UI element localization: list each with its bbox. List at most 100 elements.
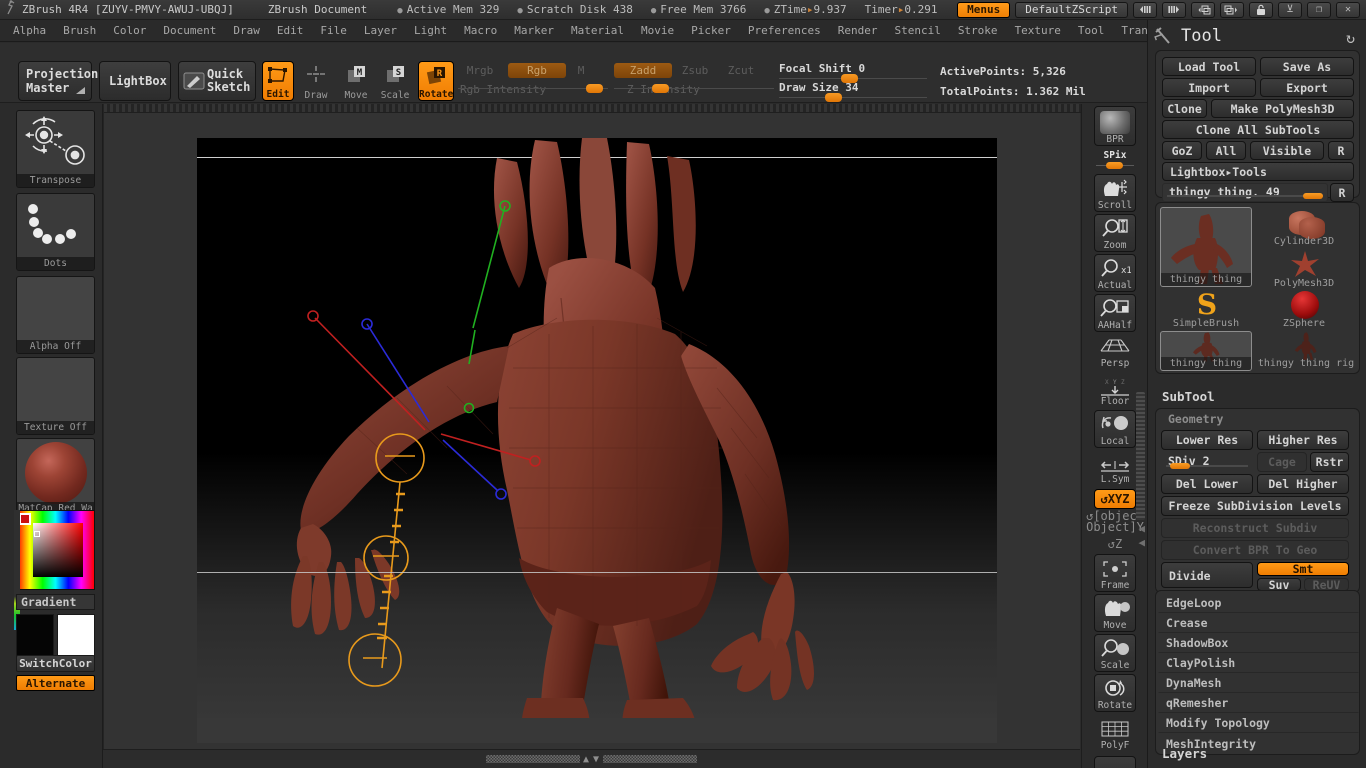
del-higher-button[interactable]: Del Higher — [1257, 474, 1349, 494]
scroll-track-left[interactable] — [485, 755, 580, 763]
lsym-button[interactable]: L.Sym — [1094, 452, 1136, 486]
goz-r-button[interactable]: R — [1328, 141, 1354, 160]
draw-size-knob[interactable] — [825, 93, 842, 102]
del-lower-button[interactable]: Del Lower — [1161, 474, 1253, 494]
floor-button[interactable]: X Y Z Floor — [1094, 372, 1136, 408]
clone-button[interactable]: Clone — [1162, 99, 1207, 118]
y-rotate-button[interactable]: ↺[object Object]Y — [1086, 510, 1144, 533]
zsub-toggle[interactable]: Zsub — [676, 63, 714, 78]
menus-button[interactable]: Menus — [957, 1, 1011, 18]
cage-button[interactable]: Cage — [1257, 452, 1307, 472]
lower-res-button[interactable]: Lower Res — [1161, 430, 1253, 450]
menu-document[interactable]: Document — [156, 21, 223, 40]
all-button[interactable]: All — [1206, 141, 1246, 160]
tool-thumb-creature[interactable]: thingy thing — [1160, 207, 1252, 287]
move-button[interactable]: Move — [1094, 594, 1136, 632]
rgb-toggle[interactable]: Rgb — [508, 63, 566, 78]
tool-name-slider[interactable]: thingy thing. 49 — [1162, 183, 1328, 202]
mrgb-toggle[interactable]: Mrgb — [458, 63, 502, 78]
claypolish-section[interactable]: ClayPolish — [1158, 653, 1359, 673]
lightbox-tools-button[interactable]: Lightbox▸Tools — [1162, 162, 1354, 181]
restore-icon[interactable]: ❐ — [1307, 1, 1331, 18]
import-button[interactable]: Import — [1162, 78, 1256, 97]
divide-button[interactable]: Divide — [1161, 562, 1253, 588]
z-rotate-button[interactable]: ↺Z — [1094, 534, 1136, 554]
secondary-color-swatch[interactable] — [57, 614, 95, 658]
stroke-slot[interactable]: Dots — [16, 193, 95, 271]
alternate-button[interactable]: Alternate — [16, 675, 95, 691]
menu-material[interactable]: Material — [564, 21, 631, 40]
next-script-icon[interactable] — [1162, 1, 1186, 18]
menu-tool[interactable]: Tool — [1071, 21, 1112, 40]
save-as-button[interactable]: Save As — [1260, 57, 1354, 76]
rstr-button[interactable]: Rstr — [1310, 452, 1349, 472]
geometry-section-header[interactable]: Geometry — [1168, 412, 1223, 426]
menu-macro[interactable]: Macro — [457, 21, 504, 40]
clone-all-subtools-button[interactable]: Clone All SubTools — [1162, 120, 1354, 139]
qremesher-section[interactable]: qRemesher — [1158, 693, 1359, 713]
menu-texture[interactable]: Texture — [1008, 21, 1068, 40]
menu-preferences[interactable]: Preferences — [741, 21, 828, 40]
bottom-scrollbar[interactable]: ▲ ▼ — [103, 749, 1080, 768]
edgeloop-section[interactable]: EdgeLoop — [1158, 593, 1359, 613]
close-icon[interactable]: ✕ — [1336, 1, 1360, 18]
tool-thumb-zsphere[interactable]: ZSphere — [1256, 289, 1352, 331]
visible-button[interactable]: Visible — [1250, 141, 1324, 160]
draw-mode-button[interactable]: Draw — [300, 61, 332, 101]
edit-mode-button[interactable]: Edit — [262, 61, 294, 101]
prev-script-icon[interactable] — [1133, 1, 1157, 18]
move-mode-button[interactable]: M Move — [340, 61, 372, 101]
goz-button[interactable]: GoZ — [1162, 141, 1202, 160]
scroll-track-right[interactable] — [603, 755, 698, 763]
zcut-toggle[interactable]: Zcut — [722, 63, 760, 78]
higher-res-button[interactable]: Higher Res — [1257, 430, 1349, 450]
rotate-mode-button[interactable]: R Rotate — [418, 61, 454, 101]
modify-topology-section[interactable]: Modify Topology — [1158, 713, 1359, 733]
primary-color-swatch[interactable] — [16, 614, 54, 658]
material-slot[interactable]: MatCap Red Wa — [16, 438, 95, 516]
menu-color[interactable]: Color — [106, 21, 153, 40]
switch-color-button[interactable]: SwitchColor — [16, 655, 95, 672]
right-shelf-scroll-up-icon[interactable]: ◀ — [1138, 522, 1145, 535]
next-layout-icon[interactable] — [1220, 1, 1244, 18]
creature-model[interactable] — [197, 138, 997, 743]
scale-button[interactable]: Scale — [1094, 634, 1136, 672]
scroll-button[interactable]: Scroll — [1094, 174, 1136, 212]
dynamesh-section[interactable]: DynaMesh — [1158, 673, 1359, 693]
z-intensity-knob[interactable] — [652, 84, 669, 93]
scroll-down-icon[interactable]: ▼ — [593, 754, 600, 765]
actual-button[interactable]: x1 Actual — [1094, 254, 1136, 292]
export-button[interactable]: Export — [1260, 78, 1354, 97]
alpha-slot[interactable]: Alpha Off — [16, 276, 95, 354]
transpose-slot[interactable]: Transpose — [16, 110, 95, 188]
menu-layer[interactable]: Layer — [357, 21, 404, 40]
z-intensity-slider[interactable] — [614, 83, 774, 94]
freeze-subdivision-button[interactable]: Freeze SubDivision Levels — [1161, 496, 1349, 516]
load-tool-button[interactable]: Load Tool — [1162, 57, 1256, 76]
color-picker-sv-area[interactable] — [33, 523, 83, 577]
frame-button[interactable]: Frame — [1094, 554, 1136, 592]
layers-section-header[interactable]: Layers — [1162, 746, 1207, 761]
convert-bpr-button[interactable]: Convert BPR To Geo — [1161, 540, 1349, 560]
menu-brush[interactable]: Brush — [56, 21, 103, 40]
tool-name-knob[interactable] — [1303, 193, 1323, 199]
gradient-button[interactable]: Gradient — [16, 594, 95, 610]
smt-button[interactable]: Smt — [1257, 562, 1349, 576]
make-polymesh3d-button[interactable]: Make PolyMesh3D — [1211, 99, 1354, 118]
spix-knob[interactable] — [1106, 162, 1123, 169]
refresh-icon[interactable]: ↻ — [1346, 29, 1355, 47]
scroll-up-icon[interactable]: ▲ — [583, 754, 590, 765]
bpr-button[interactable]: BPR — [1094, 106, 1136, 146]
m-toggle[interactable]: M — [570, 63, 592, 78]
document-canvas[interactable] — [197, 138, 997, 743]
menu-file[interactable]: File — [313, 21, 354, 40]
prev-layout-icon[interactable] — [1191, 1, 1215, 18]
tool-r-button[interactable]: R — [1330, 183, 1354, 202]
zoom-button[interactable]: Zoom — [1094, 214, 1136, 252]
color-picker-cursor[interactable] — [34, 531, 40, 537]
rgb-intensity-slider[interactable] — [458, 83, 608, 94]
xyz-button[interactable]: ↺XYZ — [1094, 489, 1136, 509]
zadd-toggle[interactable]: Zadd — [614, 63, 672, 78]
menu-render[interactable]: Render — [831, 21, 885, 40]
menu-light[interactable]: Light — [407, 21, 454, 40]
